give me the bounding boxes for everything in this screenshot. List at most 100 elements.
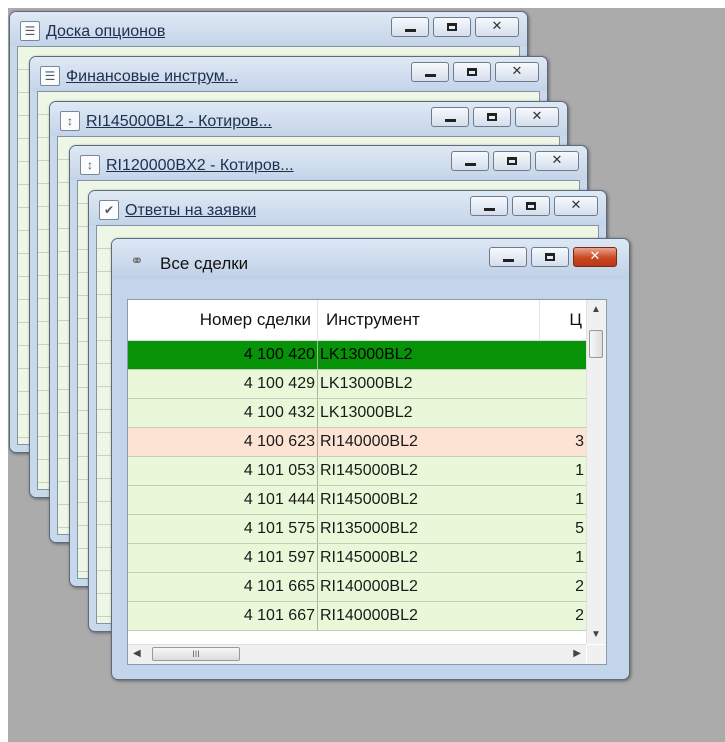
close-button[interactable]: ✕ (573, 247, 617, 267)
table-row[interactable]: 4 101 667 RI140000BL2 2 (128, 602, 586, 631)
instrument-cell: RI140000BL2 (320, 607, 418, 624)
close-button[interactable]: ✕ (475, 17, 519, 37)
table-row[interactable]: 4 101 053 RI145000BL2 1 (128, 457, 586, 486)
table-row[interactable]: 4 100 429 LK13000BL2 (128, 370, 586, 399)
instrument-cell: LK13000BL2 (320, 346, 413, 363)
horizontal-scrollbar[interactable]: ◀ III ▶ (128, 644, 586, 664)
table-row[interactable]: 4 100 420 LK13000BL2 (128, 341, 586, 370)
column-header-trade-number[interactable]: Номер сделки (128, 300, 318, 340)
table-header: Номер сделки Инструмент Ц (128, 300, 586, 341)
price-cell (542, 341, 586, 369)
price-cell: 2 (575, 578, 584, 595)
table-row[interactable]: 4 100 623 RI140000BL2 3 (128, 428, 586, 457)
window-title: Финансовые инструм... (66, 68, 239, 85)
trade-number-cell: 4 101 053 (128, 457, 318, 485)
close-icon: ✕ (551, 153, 563, 168)
scrollbar-corner (587, 645, 606, 664)
price-cell (542, 399, 586, 427)
vertical-scroll-thumb[interactable] (589, 330, 603, 358)
title-bar[interactable]: ☰ Доска опционов ✕ (10, 12, 527, 46)
quotes-icon: ↕ (80, 155, 100, 175)
table-row[interactable]: 4 101 597 RI145000BL2 1 (128, 544, 586, 573)
close-button[interactable]: ✕ (535, 151, 579, 171)
window-title: RI120000BX2 - Котиров... (106, 157, 294, 174)
close-icon: ✕ (589, 249, 601, 264)
instrument-cell: RI140000BL2 (320, 433, 418, 450)
instrument-cell: RI140000BL2 (320, 578, 418, 595)
table-row[interactable]: 4 101 444 RI145000BL2 1 (128, 486, 586, 515)
minimize-button[interactable] (431, 107, 469, 127)
instrument-cell: LK13000BL2 (320, 404, 413, 421)
column-header-price[interactable]: Ц (542, 300, 586, 340)
trade-number-cell: 4 100 420 (128, 341, 318, 369)
title-bar[interactable]: ⚭ Все сделки ✕ (112, 239, 629, 279)
scroll-up-arrow-icon[interactable]: ▲ (591, 304, 601, 315)
window-title: Все сделки (160, 254, 249, 273)
minimize-icon (484, 208, 495, 211)
instrument-cell: LK13000BL2 (320, 375, 413, 392)
handshake-icon: ⚭ (130, 253, 144, 270)
table-row[interactable]: 4 101 665 RI140000BL2 2 (128, 573, 586, 602)
minimize-button[interactable] (470, 196, 508, 216)
trade-number-cell: 4 101 444 (128, 486, 318, 514)
maximize-icon (545, 253, 555, 261)
instrument-cell: RI135000BL2 (320, 520, 418, 537)
scroll-right-arrow-icon[interactable]: ▶ (573, 648, 581, 659)
window-title: RI145000BL2 - Котиров... (86, 113, 272, 130)
trade-number-cell: 4 100 432 (128, 399, 318, 427)
price-cell: 5 (575, 520, 584, 537)
horizontal-scroll-thumb[interactable]: III (152, 647, 240, 661)
maximize-button[interactable] (433, 17, 471, 37)
list-icon: ☰ (40, 66, 60, 86)
column-header-instrument[interactable]: Инструмент (320, 300, 540, 340)
table-row[interactable]: 4 100 432 LK13000BL2 (128, 399, 586, 428)
minimize-button[interactable] (391, 17, 429, 37)
minimize-icon (445, 119, 456, 122)
maximize-icon (507, 157, 517, 165)
window-title: Ответы на заявки (125, 202, 257, 219)
scroll-left-arrow-icon[interactable]: ◀ (133, 648, 141, 659)
maximize-icon (467, 68, 477, 76)
trade-number-cell: 4 100 623 (128, 428, 318, 456)
minimize-button[interactable] (451, 151, 489, 171)
trade-number-cell: 4 101 575 (128, 515, 318, 543)
scroll-down-arrow-icon[interactable]: ▼ (591, 629, 601, 640)
maximize-button[interactable] (473, 107, 511, 127)
price-cell: 1 (575, 491, 584, 508)
trade-number-cell: 4 100 429 (128, 370, 318, 398)
table-row[interactable]: 4 101 575 RI135000BL2 5 (128, 515, 586, 544)
instrument-cell: RI145000BL2 (320, 491, 418, 508)
minimize-button[interactable] (489, 247, 527, 267)
price-cell: 1 (575, 549, 584, 566)
close-button[interactable]: ✕ (554, 196, 598, 216)
vertical-scrollbar[interactable]: ▲ ▼ (586, 300, 606, 644)
close-button[interactable]: ✕ (495, 62, 539, 82)
minimize-button[interactable] (411, 62, 449, 82)
checkbox-icon: ✔ (99, 200, 119, 220)
maximize-icon (447, 23, 457, 31)
maximize-button[interactable] (453, 62, 491, 82)
instrument-cell: RI145000BL2 (320, 549, 418, 566)
maximize-icon (526, 202, 536, 210)
title-bar[interactable]: ↕ RI120000BX2 - Котиров... ✕ (70, 146, 587, 180)
desktop: ☰ Доска опционов ✕ ☰ Финансовые инструм.… (8, 8, 725, 742)
maximize-button[interactable] (493, 151, 531, 171)
title-bar[interactable]: ✔ Ответы на заявки ✕ (89, 191, 606, 225)
title-bar[interactable]: ☰ Финансовые инструм... ✕ (30, 57, 547, 91)
close-button[interactable]: ✕ (515, 107, 559, 127)
window-all-trades[interactable]: ⚭ Все сделки ✕ Номер сделки Инструмент Ц… (111, 238, 630, 680)
trade-number-cell: 4 101 665 (128, 573, 318, 601)
table-body: 4 100 420 LK13000BL2 4 100 429 LK13000BL2 4 … (128, 341, 586, 631)
maximize-button[interactable] (512, 196, 550, 216)
trades-table[interactable]: Номер сделки Инструмент Ц 4 100 420 LK130… (127, 299, 607, 665)
close-icon: ✕ (491, 19, 503, 34)
trade-number-cell: 4 101 667 (128, 602, 318, 630)
title-bar[interactable]: ↕ RI145000BL2 - Котиров... ✕ (50, 102, 567, 136)
maximize-button[interactable] (531, 247, 569, 267)
minimize-icon (425, 74, 436, 77)
maximize-icon (487, 113, 497, 121)
close-icon: ✕ (570, 198, 582, 213)
trade-number-cell: 4 101 597 (128, 544, 318, 572)
minimize-icon (405, 29, 416, 32)
window-title: Доска опционов (46, 23, 166, 40)
